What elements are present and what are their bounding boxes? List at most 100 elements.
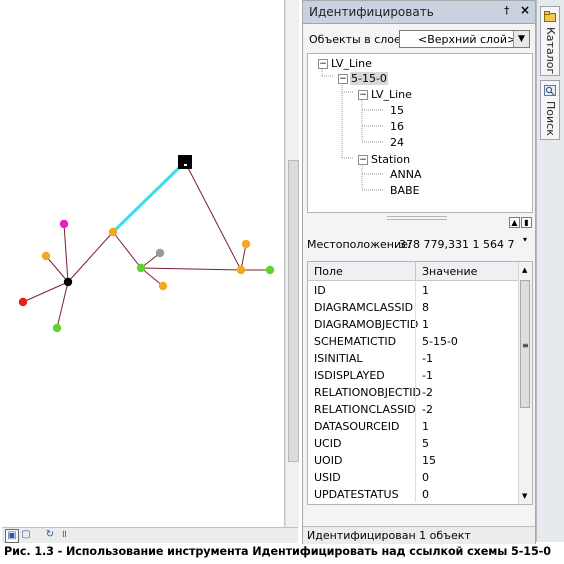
- collapse-icon[interactable]: −: [358, 90, 368, 100]
- collapse-icon[interactable]: −: [318, 59, 328, 69]
- side-dock: Каталог Поиск: [536, 0, 564, 542]
- maximize-panel-icon[interactable]: ▲: [509, 217, 520, 228]
- tree-node-label: Station: [371, 153, 411, 166]
- table-row[interactable]: DIAGRAMCLASSID 8: [308, 298, 518, 315]
- tab-search-label: Поиск: [544, 101, 557, 136]
- split-panel-icon[interactable]: ▮: [521, 217, 532, 228]
- junction-node[interactable]: [41, 251, 51, 261]
- column-header-field[interactable]: Поле: [314, 265, 343, 278]
- panel-splitter[interactable]: [307, 213, 531, 221]
- table-row[interactable]: UOID 15: [308, 451, 518, 468]
- schematic-link[interactable]: [184, 161, 242, 271]
- field-name-cell: UPDATESTATUS: [314, 488, 399, 501]
- tree-leaf[interactable]: 24: [390, 136, 404, 149]
- field-value-cell: 1: [422, 318, 429, 331]
- schematic-link[interactable]: [140, 267, 164, 287]
- junction-node[interactable]: [158, 281, 168, 291]
- table-row[interactable]: DIAGRAMOBJECTID 1: [308, 315, 518, 332]
- field-name-cell: DIAGRAMCLASSID: [314, 301, 414, 314]
- field-value-cell: 8: [422, 301, 429, 314]
- field-name-cell: ISINITIAL: [314, 352, 363, 365]
- column-header-value[interactable]: Значение: [422, 265, 477, 278]
- map-scroll-thumb[interactable]: [288, 160, 299, 462]
- schematic-link[interactable]: [45, 255, 69, 283]
- table-row[interactable]: DATASOURCEID 1: [308, 417, 518, 434]
- location-units-chevron-icon[interactable]: ▾: [523, 235, 527, 244]
- tree-leaf[interactable]: BABE: [390, 184, 420, 197]
- identify-results-tree[interactable]: − LV_Line − 5-15-0 − LV_Line 15 16 24 − …: [307, 53, 533, 213]
- close-icon[interactable]: ×: [520, 3, 530, 17]
- data-view-icon[interactable]: ▣: [5, 529, 19, 543]
- tab-search[interactable]: Поиск: [540, 80, 560, 140]
- field-name-cell: SCHEMATICTID: [314, 335, 397, 348]
- window-title: Идентифицировать: [309, 5, 434, 19]
- schematic-map-view[interactable]: [2, 0, 285, 527]
- junction-node[interactable]: [265, 265, 275, 275]
- tab-catalog[interactable]: Каталог: [540, 6, 560, 76]
- pause-icon[interactable]: ॥: [58, 529, 70, 541]
- grid-header: Поле Значение: [308, 262, 518, 281]
- station-node-mark: [184, 164, 187, 166]
- splitter-grip[interactable]: [387, 216, 447, 220]
- station-node[interactable]: [178, 155, 192, 169]
- field-value-cell: 1: [422, 420, 429, 433]
- field-value-cell: 0: [422, 471, 429, 484]
- scroll-down-icon[interactable]: ▼: [522, 492, 527, 500]
- table-row[interactable]: UCID 5: [308, 434, 518, 451]
- junction-node[interactable]: [59, 219, 69, 229]
- scroll-up-icon[interactable]: ▲: [522, 266, 527, 274]
- junction-node[interactable]: [18, 297, 28, 307]
- field-value-cell: 5-15-0: [422, 335, 458, 348]
- table-row[interactable]: ISDISPLAYED -1: [308, 366, 518, 383]
- junction-node[interactable]: [108, 227, 118, 237]
- tree-leaf[interactable]: ANNA: [390, 168, 422, 181]
- layer-select[interactable]: <Верхний слой> ▼: [399, 30, 530, 48]
- chevron-down-icon[interactable]: ▼: [513, 31, 529, 47]
- field-value-cell: 1: [422, 284, 429, 297]
- schematic-link[interactable]: [56, 281, 69, 329]
- collapse-icon[interactable]: −: [358, 155, 368, 165]
- refresh-icon[interactable]: ↻: [44, 529, 56, 541]
- table-row[interactable]: UPDATESTATUS 0: [308, 485, 518, 502]
- catalog-icon: [544, 11, 556, 22]
- tree-leaf[interactable]: 16: [390, 120, 404, 133]
- map-vertical-scrollbar[interactable]: [285, 0, 299, 527]
- identify-title-bar: Идентифицировать † ×: [303, 1, 535, 24]
- schematic-link[interactable]: [63, 223, 69, 283]
- identify-status-bar: Идентифицирован 1 объект: [303, 526, 535, 544]
- junction-node[interactable]: [136, 263, 146, 273]
- schematic-link[interactable]: [22, 281, 69, 303]
- junction-node[interactable]: [236, 265, 246, 275]
- tree-node-label-selected: 5-15-0: [350, 72, 388, 85]
- table-row[interactable]: ISINITIAL -1: [308, 349, 518, 366]
- pin-icon[interactable]: †: [504, 4, 510, 17]
- tree-node-label: LV_Line: [331, 57, 372, 70]
- selected-schematic-link[interactable]: [111, 160, 187, 234]
- identify-window: Идентифицировать † × Объекты в слое: <Ве…: [302, 0, 536, 544]
- schematic-diagram[interactable]: [2, 0, 284, 527]
- junction-node[interactable]: [155, 248, 165, 258]
- field-name-cell: RELATIONOBJECTID: [314, 386, 422, 399]
- field-value-cell: -1: [422, 369, 433, 382]
- figure-caption: Рис. 1.3 - Использование инструмента Иде…: [4, 545, 551, 558]
- table-row[interactable]: SCHEMATICTID 5-15-0: [308, 332, 518, 349]
- schematic-link[interactable]: [112, 231, 142, 269]
- grid-vertical-scrollbar[interactable]: ▲ ≡ ▼: [518, 262, 532, 504]
- junction-node[interactable]: [52, 323, 62, 333]
- field-name-cell: ID: [314, 284, 326, 297]
- layout-view-icon[interactable]: ▢: [20, 529, 32, 541]
- table-row[interactable]: USID 0: [308, 468, 518, 485]
- field-name-cell: RELATIONCLASSID: [314, 403, 416, 416]
- schematic-link[interactable]: [67, 231, 114, 283]
- table-row[interactable]: RELATIONCLASSID -2: [308, 400, 518, 417]
- junction-node[interactable]: [63, 277, 73, 287]
- identify-status-text: Идентифицирован 1 объект: [307, 529, 471, 542]
- junction-node[interactable]: [241, 239, 251, 249]
- schematic-link[interactable]: [140, 267, 242, 271]
- field-value-cell: 5: [422, 437, 429, 450]
- collapse-icon[interactable]: −: [338, 74, 348, 84]
- tree-leaf[interactable]: 15: [390, 104, 404, 117]
- table-row[interactable]: ID 1: [308, 281, 518, 298]
- splitter-buttons: ▲ ▮: [508, 215, 532, 228]
- table-row[interactable]: RELATIONOBJECTID -2: [308, 383, 518, 400]
